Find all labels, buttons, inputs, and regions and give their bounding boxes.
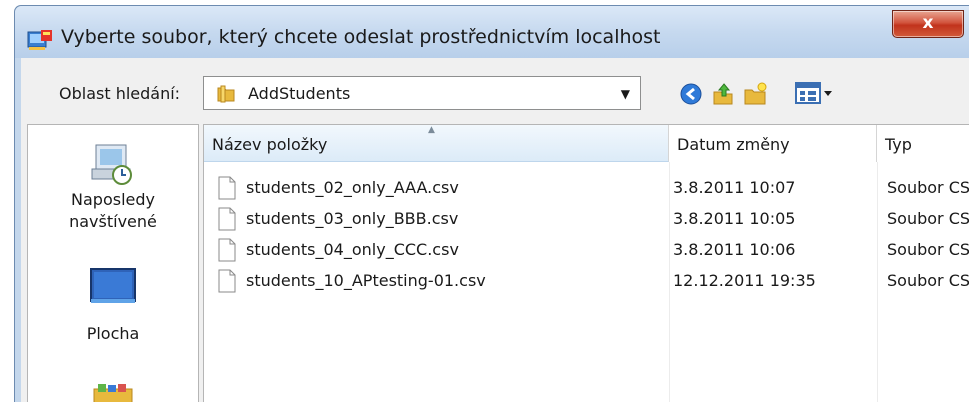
folder-icon	[217, 85, 235, 103]
look-in-label: Oblast hledání:	[59, 84, 181, 103]
column-header-type[interactable]: Typ	[877, 125, 969, 162]
place-desktop[interactable]: Plocha	[28, 265, 198, 345]
file-type: Soubor CS	[887, 240, 969, 259]
file-date: 3.8.2011 10:07	[673, 178, 796, 197]
current-folder: AddStudents	[248, 84, 351, 103]
file-list[interactable]: ▲ Název položky Datum změny Typ students…	[203, 124, 969, 402]
file-date: 3.8.2011 10:06	[673, 240, 796, 259]
file-type: Soubor CS	[887, 271, 969, 290]
file-date: 12.12.2011 19:35	[673, 271, 816, 290]
column-header-label: Typ	[885, 135, 912, 154]
file-row[interactable]: students_02_only_AAA.csv 3.8.2011 10:07 …	[204, 173, 969, 204]
column-header-date[interactable]: Datum změny	[669, 125, 877, 162]
window-title: Vyberte soubor, který chcete odeslat pro…	[61, 26, 661, 48]
file-icon	[218, 207, 236, 231]
file-icon	[218, 238, 236, 262]
desktop-icon	[90, 268, 136, 303]
view-menu-icon[interactable]	[794, 80, 836, 106]
file-name: students_02_only_AAA.csv	[246, 178, 459, 197]
recent-places-icon	[91, 144, 132, 185]
file-date: 3.8.2011 10:05	[673, 209, 796, 228]
file-type: Soubor CS	[887, 209, 969, 228]
file-row[interactable]: students_10_APtesting-01.csv 12.12.2011 …	[204, 266, 969, 297]
file-type: Soubor CS	[887, 178, 969, 197]
place-label: navštívené	[69, 212, 157, 231]
dialog-body: Oblast hledání: AddStudents ▼ Naposledy …	[21, 58, 969, 402]
back-arrow-icon[interactable]	[679, 82, 703, 106]
sort-ascending-icon: ▲	[428, 125, 435, 135]
look-in-dropdown[interactable]: AddStudents ▼	[203, 76, 641, 110]
file-icon	[218, 176, 236, 200]
file-name: students_03_only_BBB.csv	[246, 209, 459, 228]
file-row[interactable]: students_04_only_CCC.csv 3.8.2011 10:06 …	[204, 235, 969, 266]
file-row[interactable]: students_03_only_BBB.csv 3.8.2011 10:05 …	[204, 204, 969, 235]
place-label: Plocha	[86, 324, 140, 343]
column-header-label: Datum změny	[677, 135, 790, 154]
file-name: students_10_APtesting-01.csv	[246, 271, 486, 290]
new-folder-icon[interactable]	[743, 82, 767, 106]
place-label: Naposledy	[71, 190, 155, 209]
place-libraries[interactable]	[28, 381, 198, 402]
app-icon	[27, 30, 52, 50]
chevron-down-icon[interactable]: ▼	[621, 87, 630, 101]
up-folder-icon[interactable]	[711, 82, 735, 106]
places-bar: Naposledy navštívené Plocha	[27, 124, 199, 402]
file-open-dialog: Vyberte soubor, který chcete odeslat pro…	[14, 5, 969, 402]
column-header-label: Název položky	[212, 135, 328, 154]
close-button[interactable]: x	[892, 10, 964, 38]
column-header-name[interactable]: ▲ Název položky	[204, 125, 669, 162]
title-bar[interactable]: Vyberte soubor, který chcete odeslat pro…	[15, 6, 969, 58]
place-recent[interactable]: Naposledy navštívené	[28, 139, 198, 233]
libraries-icon	[93, 384, 133, 402]
file-name: students_04_only_CCC.csv	[246, 240, 459, 259]
file-icon	[218, 269, 236, 293]
